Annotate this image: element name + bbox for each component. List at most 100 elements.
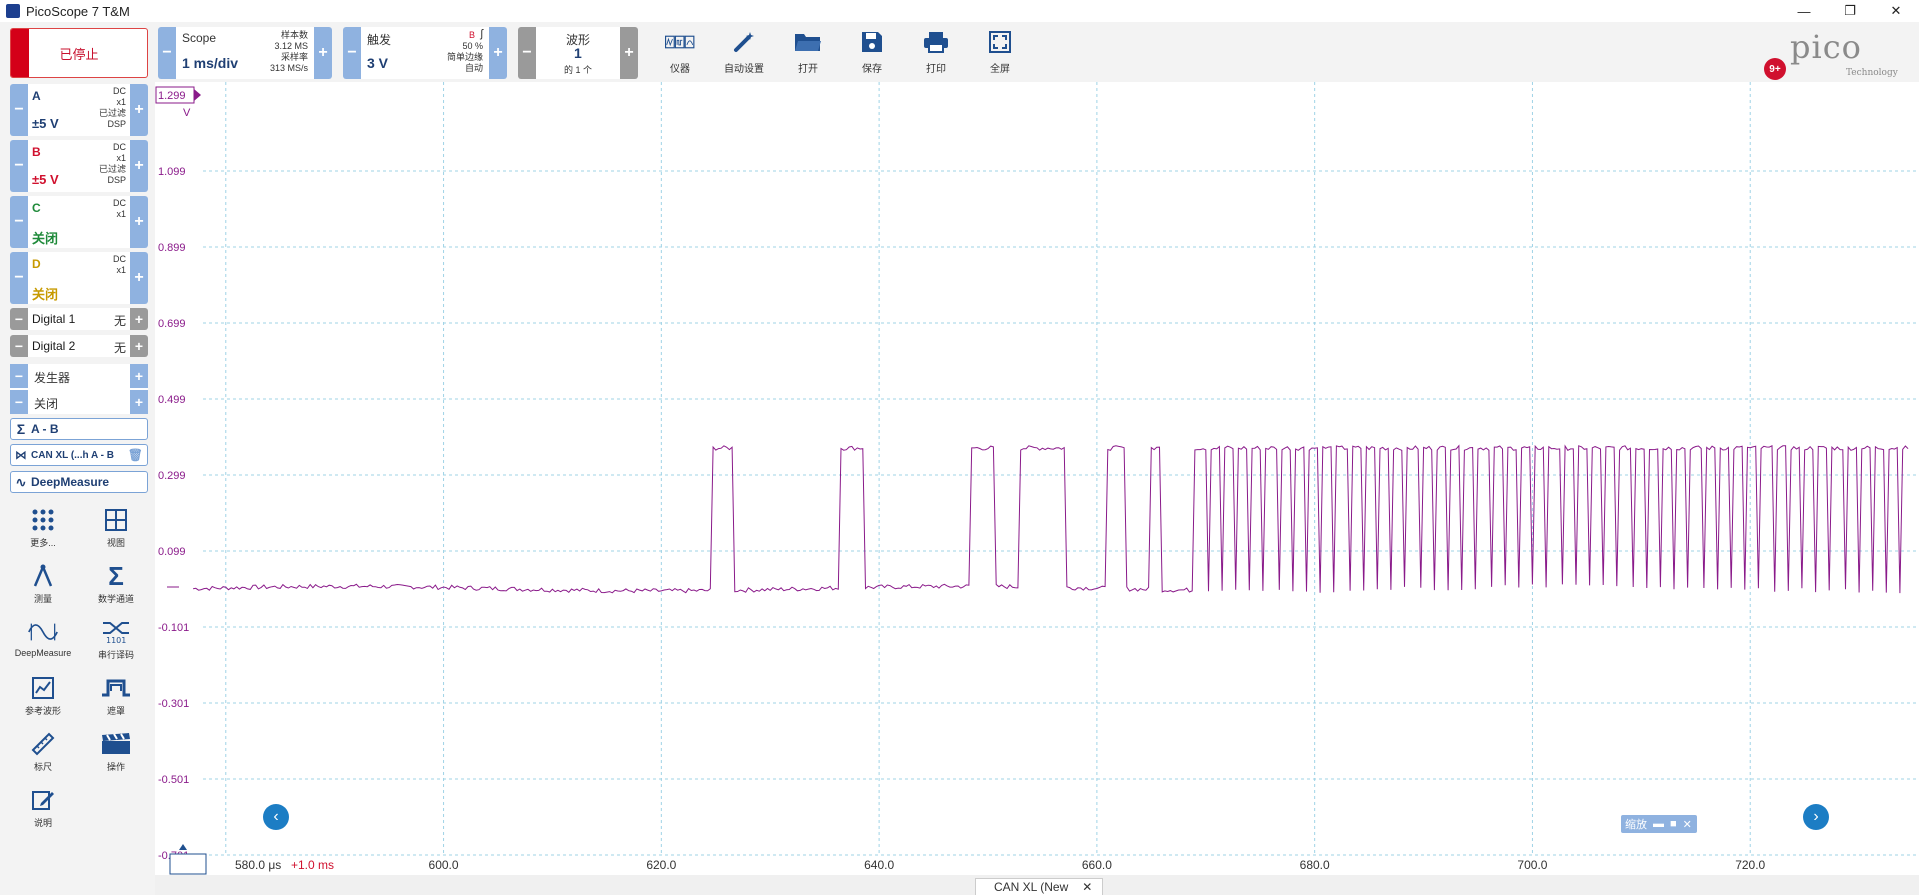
generator-state-decrease-button[interactable]: − [10, 390, 28, 414]
digital-1-control[interactable]: − Digital 1 无 + [10, 308, 148, 330]
x-start-label: 580.0 μs [235, 858, 281, 872]
notes-label: 说明 [33, 818, 52, 828]
channel-d-control[interactable]: − D 关闭 DC x1 + [10, 252, 148, 304]
digital-2-control[interactable]: − Digital 2 无 + [10, 335, 148, 357]
rate-label: 采样率 [280, 52, 308, 62]
run-stop-button[interactable]: 已停止 [10, 28, 148, 78]
generator-control[interactable]: − 发生器 + − 关闭 + [10, 364, 148, 414]
trigger-control: − 触发 3 V B ʃ 50 % 简单边缘 自动 + [343, 27, 507, 79]
decode-tab-close-icon[interactable]: ✕ [1082, 880, 1092, 894]
measure-label: 测量 [33, 594, 52, 604]
math-channel-item[interactable]: Σ A - B [10, 418, 148, 440]
svg-text:1101: 1101 [106, 636, 126, 644]
digital-1-decrease-button[interactable]: − [10, 308, 28, 330]
deepmeasure-label: DeepMeasure [31, 475, 110, 489]
channel-a-name: A [32, 89, 41, 103]
generator-decrease-button[interactable]: − [10, 364, 28, 388]
waveform-count: 的 1 个 [564, 65, 593, 75]
math-channels-button[interactable]: Σ 数学通道 [81, 561, 151, 618]
channel-c-control[interactable]: − C 关闭 DC x1 + [10, 196, 148, 248]
instruments-button[interactable]: 仪器 [650, 28, 710, 78]
measure-button[interactable]: 测量 [8, 562, 78, 618]
channel-b-increase-button[interactable]: + [130, 140, 148, 192]
digital-2-decrease-button[interactable]: − [10, 335, 28, 357]
fullscreen-button[interactable]: 全屏 [970, 28, 1030, 78]
waveform-plot[interactable]: 1.099 0.899 0.699 0.499 0.299 0.099 -0.101 -0.3… [155, 82, 1919, 875]
generator-increase-button[interactable]: + [130, 364, 148, 388]
channel-b-control[interactable]: − B ±5 V DC x1 已过滤 DSP + [10, 140, 148, 192]
waveform-index: 1 [574, 45, 582, 61]
notes-button[interactable]: 说明 [8, 786, 78, 842]
window-title: PicoScope 7 T&M [26, 3, 130, 19]
timebase-increase-button[interactable]: + [314, 27, 332, 79]
minimize-icon[interactable]: — [1781, 0, 1827, 22]
mask-button[interactable]: 遮罩 [81, 674, 151, 730]
channel-a-increase-button[interactable]: + [130, 84, 148, 136]
channel-b-decrease-button[interactable]: − [10, 140, 28, 192]
notification-badge[interactable]: 9+ [1764, 58, 1786, 80]
channel-a-range[interactable]: ±5 V [32, 116, 59, 131]
actions-button[interactable]: 操作 [81, 730, 151, 786]
timebase-decrease-button[interactable]: − [158, 27, 176, 79]
trigger-value[interactable]: 3 V [367, 55, 388, 71]
channel-d-range[interactable]: 关闭 [32, 284, 58, 303]
generator-state-increase-button[interactable]: + [130, 390, 148, 414]
deepmeasure-item[interactable]: ∿ DeepMeasure [10, 471, 148, 493]
caliper-icon [28, 562, 58, 590]
mask-label: 遮罩 [106, 706, 125, 716]
digital-1-increase-button[interactable]: + [130, 308, 148, 330]
digital-2-increase-button[interactable]: + [130, 335, 148, 357]
math-channels-label: 数学通道 [97, 594, 134, 604]
channel-c-name: C [32, 201, 41, 215]
ruler-icon [28, 730, 58, 758]
channel-b-range[interactable]: ±5 V [32, 172, 59, 187]
channel-a-decrease-button[interactable]: − [10, 84, 28, 136]
decode-table-tab[interactable]: CAN XL (New ✕ [975, 878, 1103, 895]
zoom-overview[interactable]: 缩放 ▬ ■ ✕ [1621, 815, 1697, 833]
channel-b-meta: DC x1 已过滤 DSP [98, 142, 126, 185]
trigger-decrease-button[interactable]: − [343, 27, 361, 79]
channel-d-decrease-button[interactable]: − [10, 252, 28, 304]
zoom-close-icon[interactable]: ✕ [1683, 818, 1692, 831]
open-button[interactable]: 打开 [778, 28, 838, 78]
print-button[interactable]: 打印 [906, 28, 966, 78]
app-icon [6, 4, 20, 18]
view-grid-icon [101, 506, 131, 534]
waveform-previous-button[interactable]: − [518, 27, 536, 79]
main-toolbar: 已停止 − Scope 1 ms/div 样本数 3.12 MS 采样率 313… [0, 22, 1919, 82]
channel-c-increase-button[interactable]: + [130, 196, 148, 248]
reference-waveform-button[interactable]: 参考波形 [8, 674, 78, 730]
waveform-next-button[interactable]: + [620, 27, 638, 79]
trigger-increase-button[interactable]: + [489, 27, 507, 79]
close-icon[interactable]: ✕ [1873, 0, 1919, 22]
scope-view[interactable]: 1.099 0.899 0.699 0.499 0.299 0.099 -0.101 -0.3… [155, 82, 1919, 875]
trash-icon[interactable]: 🗑 [128, 448, 143, 462]
scroll-left-button[interactable]: ‹ [263, 804, 289, 830]
auto-setup-button[interactable]: 自动设置 [714, 28, 774, 78]
serial-decoding-button[interactable]: 1101 串行译码 [81, 618, 151, 674]
channel-c-decrease-button[interactable]: − [10, 196, 28, 248]
ruler-button[interactable]: 标尺 [8, 730, 78, 786]
deepmeasure-button[interactable]: DeepMeasure [8, 618, 78, 674]
restore-icon[interactable]: ❐ [1827, 0, 1873, 22]
x-offset-label: +1.0 ms [291, 858, 334, 872]
scroll-right-button[interactable]: › [1803, 804, 1829, 830]
more-button[interactable]: 更多... [8, 506, 78, 562]
view-button[interactable]: 视图 [81, 506, 151, 562]
ruler-label: 标尺 [33, 762, 52, 772]
save-button[interactable]: 保存 [842, 28, 902, 78]
generator-label: 发生器 [34, 371, 71, 385]
channel-d-increase-button[interactable]: + [130, 252, 148, 304]
decode-tab-label: CAN XL (New [994, 880, 1069, 894]
serial-decode-item[interactable]: ⋈ CAN XL (...h A - B 🗑 [10, 444, 148, 466]
channel-c-range[interactable]: 关闭 [32, 228, 58, 247]
timebase-value[interactable]: 1 ms/div [182, 55, 238, 71]
trigger-percent: 50 % [462, 41, 483, 51]
digital-2-state: 无 [113, 341, 126, 355]
reference-waveform-icon [28, 674, 58, 702]
deepmeasure-icon [28, 618, 58, 646]
open-label: 打开 [798, 64, 818, 75]
reference-waveform-label: 参考波形 [24, 706, 61, 716]
generator-state: 关闭 [34, 397, 59, 411]
channel-a-control[interactable]: − A ±5 V DC x1 已过滤 DSP + [10, 84, 148, 136]
